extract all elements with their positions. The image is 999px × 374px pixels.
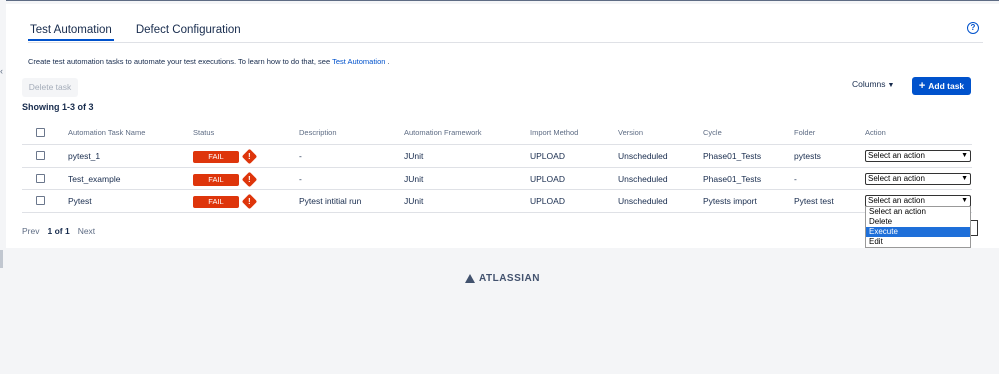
status-badge: FAIL — [193, 151, 239, 163]
task-name[interactable]: pytest_1 — [68, 145, 100, 167]
add-task-button[interactable]: + Add task — [912, 77, 971, 95]
pagination: Prev 1 of 1 Next — [22, 226, 95, 236]
tab-bar: Test Automation Defect Configuration — [28, 24, 243, 41]
info-text: Create test automation tasks to automate… — [28, 57, 390, 66]
task-description: Pytest intitial run — [299, 196, 362, 206]
dropdown-option-delete[interactable]: Delete — [866, 217, 970, 227]
add-task-label: Add task — [928, 81, 965, 91]
atlassian-logo-icon — [465, 274, 475, 283]
task-description: - — [299, 151, 302, 161]
prev-page-button[interactable]: Prev — [22, 226, 39, 236]
header-name[interactable]: Automation Task Name — [68, 122, 145, 144]
warning-icon: ! — [241, 171, 258, 188]
task-cycle: Phase01_Tests — [703, 151, 762, 161]
status-badge: FAIL — [193, 196, 239, 208]
row-checkbox[interactable] — [36, 174, 45, 183]
header-description[interactable]: Description — [299, 122, 337, 144]
tab-defect-configuration[interactable]: Defect Configuration — [134, 24, 243, 41]
task-import-method: UPLOAD — [530, 196, 565, 206]
dropdown-option-select-an-action[interactable]: Select an action — [866, 207, 970, 217]
action-dropdown-list: Select an action Delete Execute Edit — [865, 206, 971, 248]
atlassian-logo-text: ATLASSIAN — [479, 273, 540, 284]
row-divider — [22, 212, 972, 213]
task-folder: - — [794, 174, 797, 184]
task-description: - — [299, 174, 302, 184]
atlassian-logo: ATLASSIAN — [465, 273, 540, 284]
task-framework: JUnit — [404, 196, 424, 206]
dropdown-option-edit[interactable]: Edit — [866, 237, 970, 247]
task-version: Unscheduled — [618, 174, 668, 184]
action-select-value: Select an action — [868, 196, 925, 205]
plus-icon: + — [918, 80, 926, 92]
task-name[interactable]: Pytest — [68, 190, 92, 212]
columns-label: Columns — [852, 79, 886, 89]
action-select[interactable]: Select an action ▼ — [865, 173, 971, 185]
action-select-value: Select an action — [868, 151, 925, 160]
tab-test-automation[interactable]: Test Automation — [28, 24, 114, 41]
action-select-value: Select an action — [868, 174, 925, 183]
select-all-checkbox[interactable] — [36, 128, 45, 137]
task-framework: JUnit — [404, 151, 424, 161]
current-page: 1 of 1 — [47, 226, 70, 236]
row-checkbox[interactable] — [36, 151, 45, 160]
task-cycle: Pytests import — [703, 196, 757, 206]
header-import-method[interactable]: Import Method — [530, 122, 578, 144]
chevron-down-icon: ▼ — [961, 175, 968, 182]
task-folder: pytests — [794, 151, 821, 161]
tabs-divider — [28, 42, 983, 43]
next-page-button[interactable]: Next — [78, 226, 95, 236]
info-text-suffix: . — [385, 57, 390, 66]
chevron-down-icon: ▼ — [961, 197, 968, 204]
left-scrollbar[interactable] — [0, 250, 3, 268]
row-checkbox[interactable] — [36, 196, 45, 205]
header-status[interactable]: Status — [193, 122, 214, 144]
showing-count: Showing 1-3 of 3 — [22, 102, 94, 112]
task-cycle: Phase01_Tests — [703, 174, 762, 184]
header-version[interactable]: Version — [618, 122, 643, 144]
columns-button[interactable]: Columns ▼ — [852, 79, 894, 89]
help-icon[interactable]: ? — [967, 22, 979, 34]
task-folder: Pytest test — [794, 196, 834, 206]
info-text-body: Create test automation tasks to automate… — [28, 57, 333, 66]
task-import-method: UPLOAD — [530, 151, 565, 161]
warning-icon: ! — [241, 193, 258, 210]
task-name[interactable]: Test_example — [68, 168, 120, 190]
chevron-down-icon: ▼ — [961, 152, 968, 159]
warning-icon: ! — [241, 148, 258, 165]
header-cycle[interactable]: Cycle — [703, 122, 722, 144]
header-framework[interactable]: Automation Framework — [404, 122, 482, 144]
header-action: Action — [865, 128, 886, 137]
table-row: Pytest FAIL ! Pytest intitial run JUnit … — [22, 190, 972, 212]
task-version: Unscheduled — [618, 151, 668, 161]
status-badge: FAIL — [193, 174, 239, 186]
table-row: Test_example FAIL ! - JUnit UPLOAD Unsch… — [22, 168, 972, 190]
header-folder[interactable]: Folder — [794, 122, 815, 144]
task-version: Unscheduled — [618, 196, 668, 206]
action-select[interactable]: Select an action ▼ — [865, 150, 971, 162]
task-import-method: UPLOAD — [530, 174, 565, 184]
delete-task-button[interactable]: Delete task — [22, 78, 78, 97]
task-framework: JUnit — [404, 174, 424, 184]
test-automation-link[interactable]: Test Automation — [332, 57, 385, 66]
collapse-chevron-icon[interactable]: ‹ — [0, 66, 3, 76]
table-row: pytest_1 FAIL ! - JUnit UPLOAD Unschedul… — [22, 145, 972, 167]
caret-down-icon: ▼ — [887, 82, 895, 89]
table-header-row: Automation Task Name Status Description … — [22, 122, 972, 144]
dropdown-option-execute[interactable]: Execute — [866, 227, 970, 237]
